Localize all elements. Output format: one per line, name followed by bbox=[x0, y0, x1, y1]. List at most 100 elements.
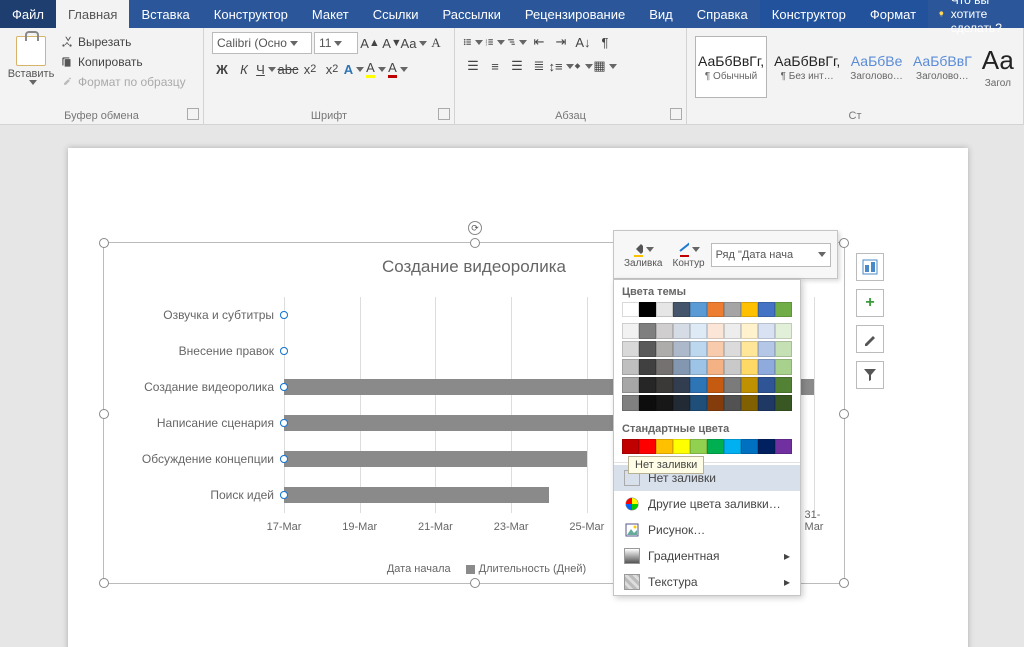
style-2[interactable]: АаБбВеЗаголово… bbox=[847, 36, 906, 98]
color-swatch[interactable] bbox=[758, 341, 775, 357]
align-center-button[interactable]: ≡ bbox=[485, 56, 505, 76]
resize-handle-s[interactable] bbox=[470, 578, 480, 588]
color-swatch[interactable] bbox=[639, 439, 656, 454]
color-swatch[interactable] bbox=[639, 341, 656, 357]
resize-handle-sw[interactable] bbox=[99, 578, 109, 588]
color-swatch[interactable] bbox=[622, 302, 639, 317]
fill-button[interactable]: Заливка bbox=[620, 238, 667, 271]
color-swatch[interactable] bbox=[741, 359, 758, 375]
color-swatch[interactable] bbox=[656, 323, 673, 339]
color-swatch[interactable] bbox=[724, 359, 741, 375]
color-swatch[interactable] bbox=[656, 377, 673, 393]
tab-home[interactable]: Главная bbox=[56, 0, 129, 28]
tab-view[interactable]: Вид bbox=[637, 0, 685, 28]
grow-font-button[interactable]: A▲ bbox=[360, 33, 380, 53]
style-0[interactable]: АаБбВвГг,¶ Обычный bbox=[695, 36, 767, 98]
picture-fill-item[interactable]: Рисунок… bbox=[614, 517, 800, 543]
resize-handle-ne[interactable] bbox=[839, 238, 849, 248]
color-swatch[interactable] bbox=[622, 341, 639, 357]
italic-button[interactable]: К bbox=[234, 59, 254, 79]
increase-indent-button[interactable]: ⇥ bbox=[551, 32, 571, 52]
highlight-button[interactable]: A bbox=[366, 59, 386, 79]
paragraph-dialog-launcher[interactable] bbox=[670, 108, 682, 120]
paste-button[interactable]: Вставить bbox=[8, 32, 54, 92]
align-right-button[interactable]: ☰ bbox=[507, 56, 527, 76]
gradient-fill-item[interactable]: Градиентная ▸ bbox=[614, 543, 800, 569]
color-swatch[interactable] bbox=[724, 395, 741, 411]
color-swatch[interactable] bbox=[639, 359, 656, 375]
superscript-button[interactable]: x2 bbox=[322, 59, 342, 79]
color-swatch[interactable] bbox=[758, 377, 775, 393]
color-swatch[interactable] bbox=[758, 323, 775, 339]
texture-fill-item[interactable]: Текстура ▸ bbox=[614, 569, 800, 595]
series-selector[interactable]: Ряд "Дата нача bbox=[711, 243, 831, 267]
color-swatch[interactable] bbox=[724, 439, 741, 454]
color-swatch[interactable] bbox=[622, 359, 639, 375]
shading-button[interactable] bbox=[573, 56, 593, 76]
color-swatch[interactable] bbox=[690, 323, 707, 339]
decrease-indent-button[interactable]: ⇤ bbox=[529, 32, 549, 52]
color-swatch[interactable] bbox=[724, 323, 741, 339]
font-dialog-launcher[interactable] bbox=[438, 108, 450, 120]
tab-chart-format[interactable]: Формат bbox=[858, 0, 928, 28]
color-swatch[interactable] bbox=[741, 439, 758, 454]
color-swatch[interactable] bbox=[775, 302, 792, 317]
color-swatch[interactable] bbox=[673, 395, 690, 411]
color-swatch[interactable] bbox=[622, 439, 639, 454]
outline-button[interactable]: Контур bbox=[669, 238, 709, 271]
color-swatch[interactable] bbox=[775, 323, 792, 339]
tab-chart-design[interactable]: Конструктор bbox=[760, 0, 858, 28]
bold-button[interactable]: Ж bbox=[212, 59, 232, 79]
chart-layout-button[interactable] bbox=[856, 253, 884, 281]
borders-button[interactable]: ▦ bbox=[595, 56, 615, 76]
font-color-button[interactable]: A bbox=[388, 59, 408, 79]
color-swatch[interactable] bbox=[775, 395, 792, 411]
tab-references[interactable]: Ссылки bbox=[361, 0, 431, 28]
color-swatch[interactable] bbox=[707, 359, 724, 375]
color-swatch[interactable] bbox=[690, 395, 707, 411]
color-swatch[interactable] bbox=[690, 359, 707, 375]
color-swatch[interactable] bbox=[741, 302, 758, 317]
resize-handle-e[interactable] bbox=[839, 409, 849, 419]
color-swatch[interactable] bbox=[758, 302, 775, 317]
clear-formatting-button[interactable]: A bbox=[426, 33, 446, 53]
color-swatch[interactable] bbox=[741, 341, 758, 357]
color-swatch[interactable] bbox=[724, 377, 741, 393]
color-swatch[interactable] bbox=[741, 395, 758, 411]
tab-mailings[interactable]: Рассылки bbox=[430, 0, 512, 28]
font-size-combo[interactable]: 11 bbox=[314, 32, 358, 54]
underline-button[interactable]: Ч bbox=[256, 59, 276, 79]
color-swatch[interactable] bbox=[724, 341, 741, 357]
color-swatch[interactable] bbox=[724, 302, 741, 317]
style-1[interactable]: АаБбВвГг,¶ Без инт… bbox=[771, 36, 843, 98]
show-marks-button[interactable]: ¶ bbox=[595, 32, 615, 52]
color-swatch[interactable] bbox=[656, 359, 673, 375]
color-swatch[interactable] bbox=[656, 395, 673, 411]
color-swatch[interactable] bbox=[707, 323, 724, 339]
chart-elements-button[interactable]: + bbox=[856, 289, 884, 317]
tab-help[interactable]: Справка bbox=[685, 0, 760, 28]
resize-handle-n[interactable] bbox=[470, 238, 480, 248]
color-swatch[interactable] bbox=[690, 377, 707, 393]
multilevel-button[interactable] bbox=[507, 32, 527, 52]
color-swatch[interactable] bbox=[673, 439, 690, 454]
tell-me[interactable]: Что вы хотите сделать? bbox=[928, 0, 1024, 28]
format-painter-button[interactable]: Формат по образцу bbox=[60, 72, 186, 92]
cut-button[interactable]: Вырезать bbox=[60, 32, 186, 52]
sort-button[interactable]: A↓ bbox=[573, 32, 593, 52]
color-swatch[interactable] bbox=[656, 341, 673, 357]
chart-styles-button[interactable] bbox=[856, 325, 884, 353]
style-3[interactable]: АаБбВвГЗаголово… bbox=[910, 36, 975, 98]
color-swatch[interactable] bbox=[673, 377, 690, 393]
shrink-font-button[interactable]: A▼ bbox=[382, 33, 402, 53]
resize-handle-nw[interactable] bbox=[99, 238, 109, 248]
resize-handle-se[interactable] bbox=[839, 578, 849, 588]
chart-filters-button[interactable] bbox=[856, 361, 884, 389]
color-swatch[interactable] bbox=[707, 439, 724, 454]
rotate-handle[interactable]: ⟳ bbox=[468, 221, 482, 235]
numbering-button[interactable]: 123 bbox=[485, 32, 505, 52]
color-swatch[interactable] bbox=[656, 302, 673, 317]
color-swatch[interactable] bbox=[758, 359, 775, 375]
text-effects-button[interactable]: A bbox=[344, 59, 364, 79]
color-swatch[interactable] bbox=[673, 341, 690, 357]
